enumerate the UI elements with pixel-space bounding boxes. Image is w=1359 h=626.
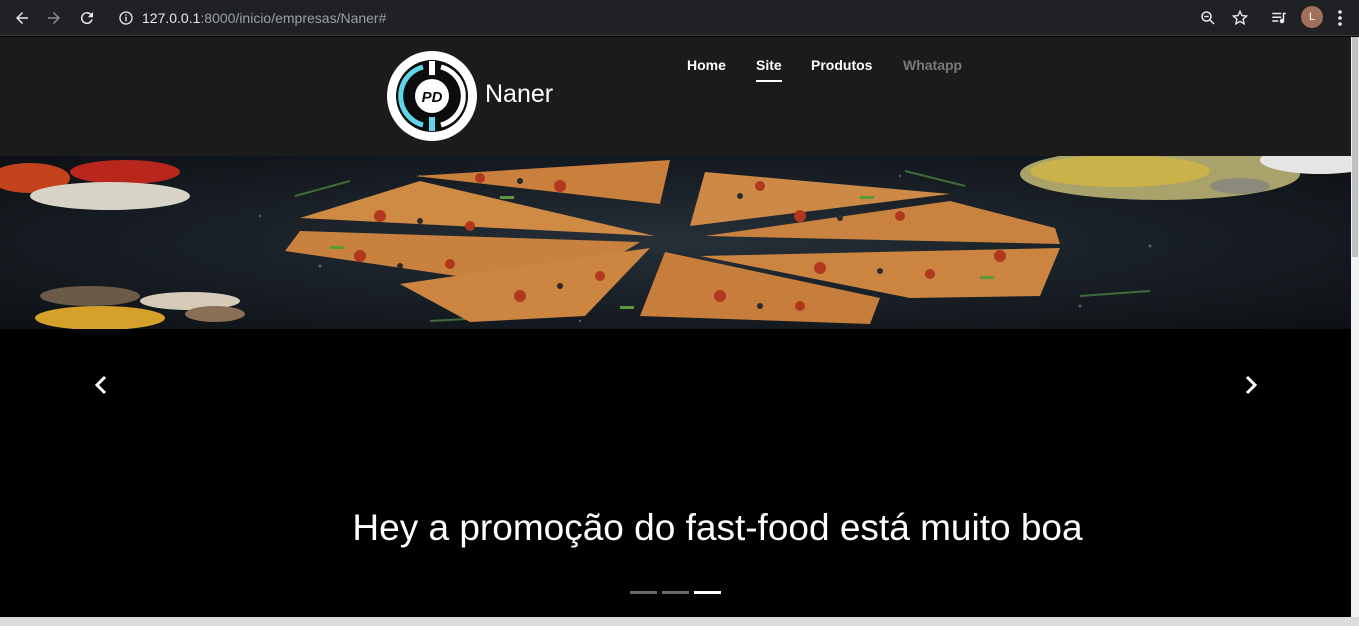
carousel-next-icon[interactable] (1240, 375, 1260, 395)
logo-text: PD (422, 89, 443, 106)
address-bar[interactable]: 127.0.0.1:8000/inicio/empresas/Naner# (118, 8, 386, 28)
nav-site[interactable]: Site (756, 57, 782, 82)
scrollbar-thumb[interactable] (1352, 37, 1358, 257)
site-header: PD Naner Home Site Produtos Whatapp (0, 37, 1351, 156)
nav-home[interactable]: Home (687, 57, 726, 73)
carousel-indicator[interactable] (694, 591, 721, 594)
media-queue-icon[interactable] (1270, 8, 1288, 28)
more-menu-icon[interactable] (1337, 8, 1343, 28)
carousel-indicator[interactable] (630, 591, 657, 594)
carousel-indicators (630, 591, 721, 594)
pizza-banner-image (0, 156, 1351, 329)
carousel-indicator[interactable] (662, 591, 689, 594)
url-host: 127.0.0.1 (142, 10, 201, 26)
bookmark-star-icon[interactable] (1231, 8, 1249, 28)
back-arrow-icon[interactable] (12, 8, 32, 28)
nav-produtos[interactable]: Produtos (811, 57, 872, 73)
url-path: :8000/inicio/empresas/Naner# (200, 10, 387, 26)
info-icon[interactable] (118, 10, 134, 26)
page-scrollbar[interactable] (1351, 37, 1359, 617)
carousel-prev-icon[interactable] (92, 375, 112, 395)
horizontal-scrollbar[interactable] (0, 617, 1359, 626)
reload-icon[interactable] (77, 8, 97, 28)
browser-toolbar: 127.0.0.1:8000/inicio/empresas/Naner# L (0, 0, 1359, 36)
company-logo[interactable]: PD (387, 51, 477, 141)
nav-whatapp[interactable]: Whatapp (903, 57, 962, 73)
zoom-icon[interactable] (1199, 8, 1217, 28)
forward-arrow-icon[interactable] (44, 8, 64, 28)
carousel: Hey a promoção do fast-food está muito b… (0, 329, 1351, 617)
brand-name[interactable]: Naner (485, 80, 553, 109)
carousel-caption: Hey a promoção do fast-food está muito b… (352, 507, 1083, 548)
logo-badge-icon: PD (396, 60, 468, 132)
profile-avatar[interactable]: L (1301, 6, 1323, 28)
